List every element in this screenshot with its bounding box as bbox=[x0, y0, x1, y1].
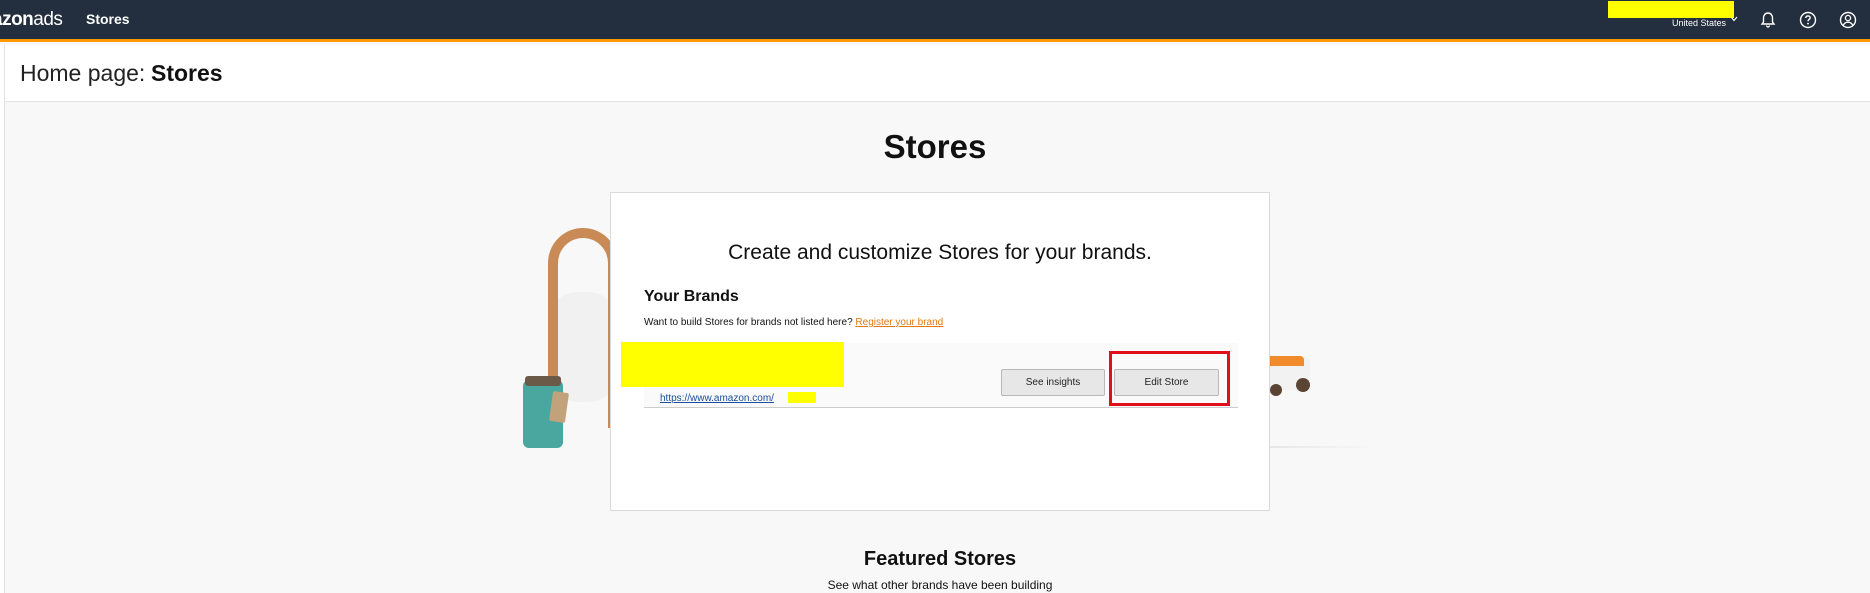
toy-van-wheel bbox=[1270, 384, 1282, 396]
see-insights-button[interactable]: See insights bbox=[1001, 369, 1105, 396]
store-url-redacted bbox=[788, 392, 816, 403]
top-nav-bar: azonads Stores United States bbox=[0, 0, 1870, 42]
stores-card: Create and customize Stores for your bra… bbox=[610, 192, 1270, 511]
page-title: Stores bbox=[151, 60, 223, 86]
featured-stores-subtitle: See what other brands have been building bbox=[827, 578, 1053, 592]
stores-heading: Stores bbox=[883, 128, 987, 165]
breadcrumb-prefix: Home page: bbox=[20, 60, 146, 86]
help-icon[interactable] bbox=[1797, 9, 1819, 31]
product-shadow bbox=[1266, 446, 1376, 448]
store-url-link[interactable]: https://www.amazon.com/ bbox=[660, 393, 774, 404]
card-headline: Create and customize Stores for your bra… bbox=[728, 241, 1152, 264]
logo-prefix: azon bbox=[0, 9, 34, 30]
brand-name-redacted bbox=[621, 342, 844, 387]
register-brand-link[interactable]: Register your brand bbox=[855, 317, 943, 328]
featured-stores-title: Featured Stores bbox=[863, 548, 1017, 570]
your-brands-title: Your Brands bbox=[644, 288, 739, 305]
user-icon[interactable] bbox=[1837, 9, 1859, 31]
edit-store-highlight bbox=[1109, 351, 1230, 406]
chevron-down-icon[interactable] bbox=[1730, 10, 1738, 22]
logo-suffix: ads bbox=[33, 9, 63, 30]
toy-van-wheel bbox=[1296, 378, 1310, 392]
account-country[interactable]: United States bbox=[1672, 18, 1726, 28]
brands-note: Want to build Stores for brands not list… bbox=[644, 317, 943, 328]
candle-jar-lid bbox=[525, 376, 561, 386]
nav-stores-link[interactable]: Stores bbox=[86, 11, 130, 27]
amazon-ads-logo[interactable]: azonads bbox=[0, 9, 63, 31]
brands-note-text: Want to build Stores for brands not list… bbox=[644, 317, 853, 328]
account-name-redacted[interactable] bbox=[1608, 1, 1734, 18]
bell-icon[interactable] bbox=[1757, 9, 1779, 31]
page-header: Home page: Stores bbox=[5, 45, 1870, 102]
